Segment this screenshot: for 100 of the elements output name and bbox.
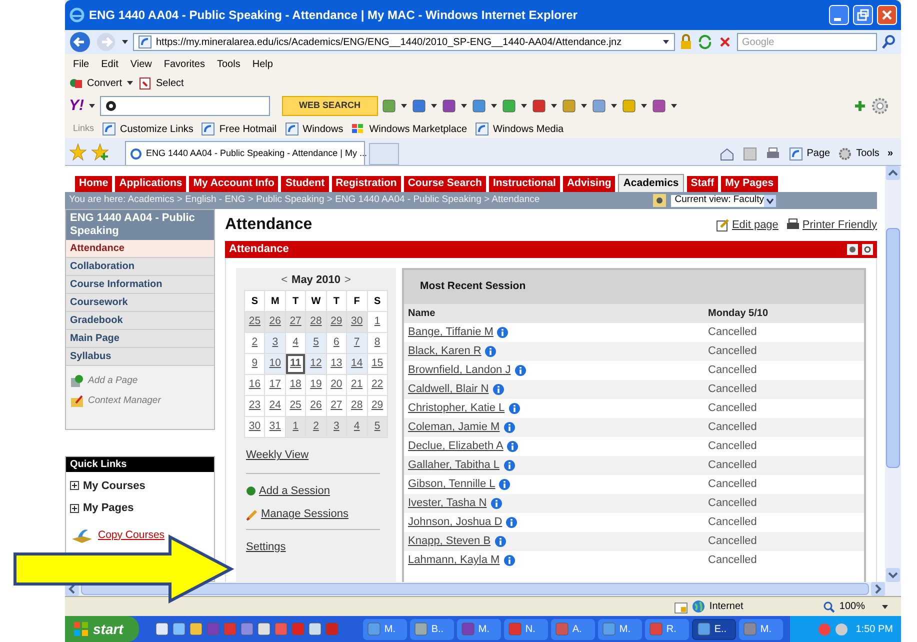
student-name-link[interactable]: Knapp, Steven B bbox=[408, 533, 491, 550]
horizontal-scrollbar[interactable] bbox=[65, 582, 901, 596]
sidebar-item[interactable]: Gradebook bbox=[66, 312, 214, 330]
toolbar-icon[interactable] bbox=[382, 99, 396, 113]
nav-tab[interactable]: My Pages bbox=[721, 176, 778, 192]
scroll-thumb[interactable] bbox=[81, 583, 869, 595]
student-name-link[interactable]: Black, Karen R bbox=[408, 343, 482, 360]
calendar-day[interactable]: 28 bbox=[306, 312, 326, 332]
search-field[interactable] bbox=[100, 96, 270, 116]
info-icon[interactable] bbox=[497, 327, 508, 338]
star-plus-icon[interactable] bbox=[91, 143, 109, 161]
info-icon[interactable] bbox=[508, 403, 520, 414]
caret-icon[interactable] bbox=[520, 102, 528, 110]
caret-icon[interactable] bbox=[580, 102, 588, 110]
caret-icon[interactable] bbox=[662, 38, 670, 46]
next-month-button[interactable]: > bbox=[344, 272, 351, 288]
sidebar-tool-link[interactable]: Add a Page bbox=[88, 374, 138, 388]
calendar-day[interactable]: 2 bbox=[245, 333, 264, 353]
scroll-up-icon[interactable] bbox=[886, 166, 900, 180]
sidebar-item[interactable]: Coursework bbox=[66, 294, 214, 312]
sidebar-item[interactable]: Course Information bbox=[66, 276, 214, 294]
favorite-link[interactable]: Windows Marketplace bbox=[369, 122, 468, 136]
zoom-icon[interactable] bbox=[823, 600, 836, 612]
calendar-day[interactable]: 1 bbox=[368, 312, 387, 332]
printer-icon[interactable] bbox=[764, 146, 781, 160]
student-name-link[interactable]: Bange, Tiffanie M bbox=[408, 324, 494, 341]
calendar-day[interactable]: 20 bbox=[326, 375, 346, 395]
info-icon[interactable] bbox=[485, 346, 496, 357]
toolbar-icon[interactable] bbox=[592, 99, 606, 113]
calendar-link[interactable]: Settings bbox=[246, 538, 286, 556]
nav-tab[interactable]: Academics bbox=[618, 174, 684, 192]
nav-tab[interactable]: Applications bbox=[115, 176, 186, 192]
sidebar-tool-link[interactable]: Context Manager bbox=[88, 394, 161, 408]
toolbar-icon[interactable] bbox=[562, 99, 576, 113]
start-button[interactable]: start bbox=[65, 616, 140, 642]
info-icon[interactable] bbox=[499, 479, 510, 490]
student-name-link[interactable]: Johnson, Joshua D bbox=[408, 514, 502, 531]
toolbar-icon[interactable] bbox=[622, 99, 636, 113]
close-icon[interactable] bbox=[877, 5, 897, 25]
favorite-link[interactable]: Customize Links bbox=[120, 122, 194, 136]
calendar-day[interactable]: 2 bbox=[306, 417, 326, 437]
taskbar-button[interactable]: M. bbox=[363, 618, 408, 640]
taskbar-button[interactable]: N. bbox=[504, 618, 548, 640]
taskbar-button[interactable]: R. bbox=[645, 618, 690, 640]
menu-item[interactable]: Edit bbox=[101, 56, 118, 72]
student-name-link[interactable]: Christopher, Katie L bbox=[408, 400, 505, 417]
nav-tab[interactable]: Course Search bbox=[404, 176, 486, 192]
student-name-link[interactable]: Gibson, Tennille L bbox=[408, 476, 496, 493]
more-button[interactable]: » bbox=[887, 146, 893, 161]
search-field[interactable]: Google bbox=[737, 33, 877, 51]
convert-button[interactable]: Convert bbox=[87, 76, 122, 90]
quick-link[interactable]: My Pages bbox=[83, 500, 134, 516]
nav-tab[interactable]: Instructional bbox=[488, 176, 560, 192]
previous-month-button[interactable]: < bbox=[281, 272, 288, 288]
calendar-day[interactable]: 7 bbox=[347, 333, 367, 353]
nav-tab[interactable]: Advising bbox=[562, 176, 616, 192]
quick-launch-icon[interactable] bbox=[172, 622, 186, 636]
sidebar-item[interactable]: Collaboration bbox=[66, 258, 214, 276]
info-icon[interactable] bbox=[504, 422, 515, 433]
calendar-day[interactable]: 29 bbox=[368, 396, 387, 416]
back-icon[interactable] bbox=[69, 31, 91, 53]
menu-item[interactable]: File bbox=[73, 56, 90, 72]
scroll-down-icon[interactable] bbox=[886, 568, 900, 582]
calendar-day[interactable]: 24 bbox=[265, 396, 285, 416]
info-icon[interactable] bbox=[506, 517, 518, 528]
page-action-link[interactable]: Printer Friendly bbox=[802, 216, 877, 234]
calendar-day[interactable]: 3 bbox=[265, 333, 285, 353]
calendar-day[interactable]: 15 bbox=[368, 354, 387, 374]
calendar-day[interactable]: 18 bbox=[286, 375, 306, 395]
calendar-day[interactable]: 16 bbox=[245, 375, 264, 395]
calendar-day[interactable]: 31 bbox=[265, 417, 285, 437]
web-search-button[interactable]: WEB SEARCH bbox=[282, 96, 378, 116]
calendar-day[interactable]: 17 bbox=[265, 375, 285, 395]
info-icon[interactable] bbox=[504, 555, 515, 566]
vertical-scrollbar[interactable] bbox=[885, 166, 901, 582]
calendar-day[interactable]: 8 bbox=[368, 333, 387, 353]
caret-icon[interactable] bbox=[670, 102, 678, 110]
toolbar-icon[interactable] bbox=[532, 99, 546, 113]
calendar-day[interactable]: 27 bbox=[326, 396, 346, 416]
info-icon[interactable] bbox=[504, 460, 515, 471]
calendar-day[interactable]: 9 bbox=[245, 354, 264, 374]
menu-item[interactable]: Favorites bbox=[164, 56, 205, 72]
calendar-day[interactable]: 23 bbox=[245, 396, 264, 416]
scroll-thumb[interactable] bbox=[886, 228, 900, 468]
taskbar-button[interactable]: E.. bbox=[692, 618, 736, 640]
caret-icon[interactable] bbox=[88, 102, 96, 110]
calendar-day[interactable]: 14 bbox=[347, 354, 367, 374]
info-icon[interactable] bbox=[490, 498, 502, 509]
star-icon[interactable] bbox=[69, 143, 87, 161]
caret-icon[interactable] bbox=[881, 602, 889, 610]
nav-tab[interactable]: Home bbox=[75, 176, 112, 192]
taskbar-button[interactable]: M. bbox=[457, 618, 502, 640]
quick-launch-icon[interactable] bbox=[189, 622, 204, 636]
plus-icon[interactable] bbox=[853, 99, 867, 113]
calendar-day[interactable]: 27 bbox=[286, 312, 306, 332]
nav-tab[interactable]: Staff bbox=[686, 176, 718, 192]
tools-menu[interactable]: Tools bbox=[856, 146, 880, 161]
favorite-link[interactable]: Windows Media bbox=[493, 122, 564, 136]
refresh-icon[interactable] bbox=[697, 34, 713, 50]
taskbar-button[interactable]: M. bbox=[739, 618, 784, 640]
